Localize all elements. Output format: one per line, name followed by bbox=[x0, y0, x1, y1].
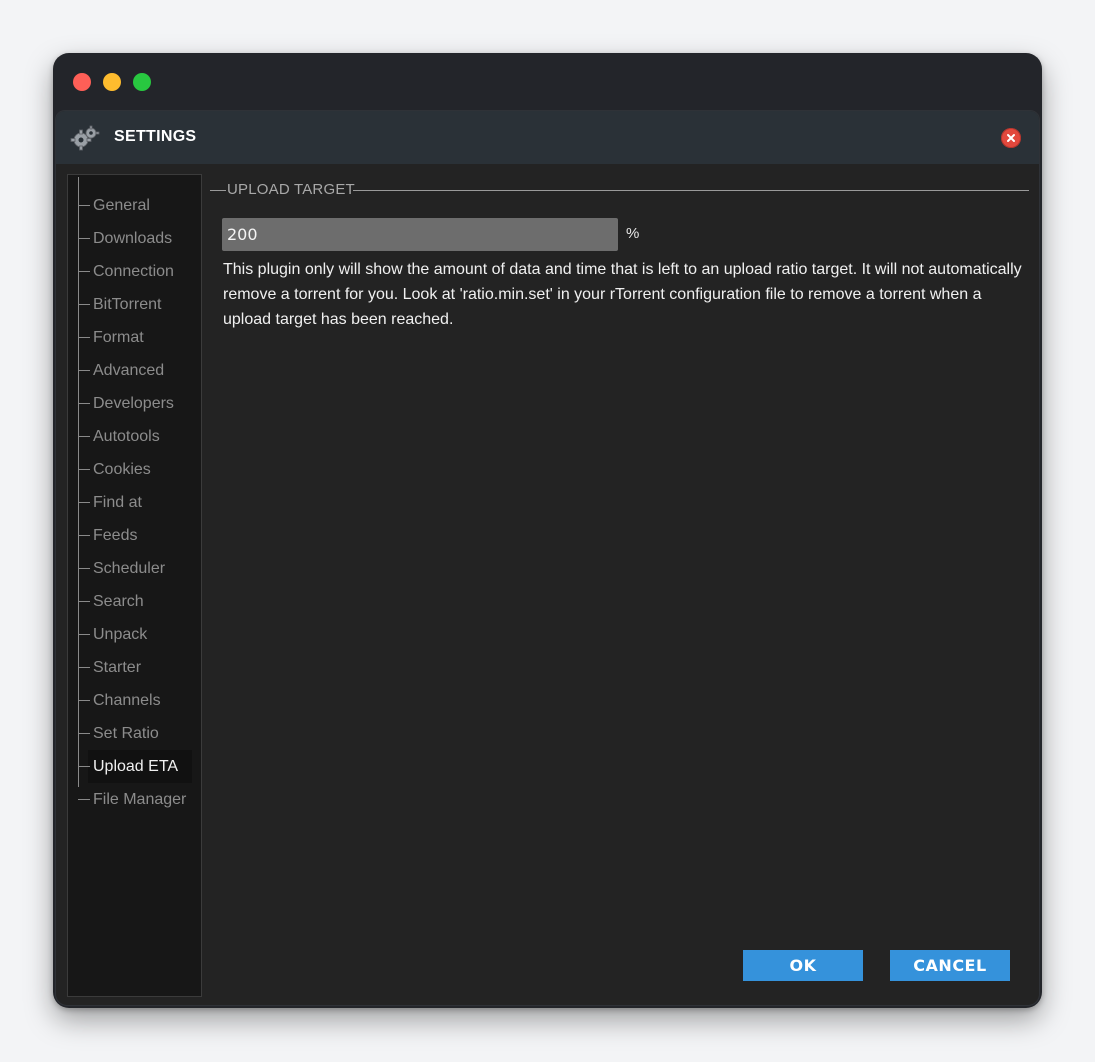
tree-branch bbox=[78, 238, 90, 239]
window-maximize-icon[interactable] bbox=[133, 73, 151, 91]
sidebar-item-file-manager[interactable]: File Manager bbox=[68, 783, 201, 816]
dialog-titlebar[interactable]: SETTINGS bbox=[56, 111, 1039, 164]
fieldset-legend: UPLOAD TARGET bbox=[227, 181, 355, 198]
sidebar-item-label: Scheduler bbox=[93, 559, 166, 577]
tree-branch bbox=[78, 799, 90, 800]
sidebar-item-find-at[interactable]: Find at bbox=[68, 486, 201, 519]
sidebar-item-label: Search bbox=[93, 592, 144, 610]
gear-icon bbox=[70, 125, 100, 151]
sidebar-item-channels[interactable]: Channels bbox=[68, 684, 201, 717]
sidebar-item-label: Feeds bbox=[93, 526, 138, 544]
settings-sidebar: General Downloads Connection BitTorrent Form… bbox=[67, 174, 202, 997]
settings-dialog: SETTINGS General Downloads Connection BitTo… bbox=[55, 110, 1040, 1006]
upload-eta-panel: UPLOAD TARGET % This plugin only will sh… bbox=[208, 174, 1029, 1005]
fieldset-border bbox=[210, 190, 226, 191]
sidebar-item-label: Channels bbox=[93, 691, 161, 709]
sidebar-item-label: Set Ratio bbox=[93, 724, 159, 742]
fieldset-border bbox=[353, 190, 1029, 191]
tree-branch bbox=[78, 667, 90, 668]
window-close-icon[interactable] bbox=[73, 73, 91, 91]
sidebar-item-autotools[interactable]: Autotools bbox=[68, 420, 201, 453]
tree-branch bbox=[78, 271, 90, 272]
dialog-title: SETTINGS bbox=[114, 128, 197, 145]
sidebar-item-downloads[interactable]: Downloads bbox=[68, 222, 201, 255]
sidebar-item-set-ratio[interactable]: Set Ratio bbox=[68, 717, 201, 750]
sidebar-item-label: Connection bbox=[93, 262, 174, 280]
sidebar-item-format[interactable]: Format bbox=[68, 321, 201, 354]
sidebar-item-cookies[interactable]: Cookies bbox=[68, 453, 201, 486]
tree-branch bbox=[78, 766, 90, 767]
sidebar-item-feeds[interactable]: Feeds bbox=[68, 519, 201, 552]
sidebar-item-label: Upload ETA bbox=[93, 757, 179, 775]
tree-branch bbox=[78, 568, 90, 569]
window-minimize-icon[interactable] bbox=[103, 73, 121, 91]
tree-branch bbox=[78, 700, 90, 701]
window-controls bbox=[73, 73, 151, 91]
tree-branch bbox=[78, 403, 90, 404]
sidebar-item-label: Find at bbox=[93, 493, 142, 511]
sidebar-item-developers[interactable]: Developers bbox=[68, 387, 201, 420]
tree-branch bbox=[78, 601, 90, 602]
sidebar-item-starter[interactable]: Starter bbox=[68, 651, 201, 684]
tree-branch bbox=[78, 205, 90, 206]
sidebar-item-advanced[interactable]: Advanced bbox=[68, 354, 201, 387]
sidebar-item-search[interactable]: Search bbox=[68, 585, 201, 618]
sidebar-item-bittorrent[interactable]: BitTorrent bbox=[68, 288, 201, 321]
sidebar-item-label: Downloads bbox=[93, 229, 173, 247]
sidebar-item-label: Unpack bbox=[93, 625, 148, 643]
sidebar-item-label: Cookies bbox=[93, 460, 151, 478]
sidebar-item-scheduler[interactable]: Scheduler bbox=[68, 552, 201, 585]
sidebar-item-connection[interactable]: Connection bbox=[68, 255, 201, 288]
upload-target-input[interactable] bbox=[222, 218, 618, 251]
tree-branch bbox=[78, 370, 90, 371]
percent-unit-label: % bbox=[626, 225, 640, 242]
ok-button[interactable]: OK bbox=[743, 950, 863, 981]
x-icon bbox=[1007, 134, 1015, 142]
tree-branch bbox=[78, 502, 90, 503]
sidebar-item-upload-eta[interactable]: Upload ETA bbox=[68, 750, 201, 783]
sidebar-item-label: Format bbox=[93, 328, 144, 346]
sidebar-item-label: Starter bbox=[93, 658, 142, 676]
dialog-close-icon[interactable] bbox=[1001, 128, 1021, 148]
tree-branch bbox=[78, 535, 90, 536]
sidebar-item-label: Autotools bbox=[93, 427, 160, 445]
sidebar-item-label: Advanced bbox=[93, 361, 165, 379]
tree-branch bbox=[78, 436, 90, 437]
sidebar-item-label: BitTorrent bbox=[93, 295, 162, 313]
sidebar-item-label: File Manager bbox=[93, 790, 187, 808]
tree-branch bbox=[78, 469, 90, 470]
app-window: SETTINGS General Downloads Connection BitTo… bbox=[53, 53, 1042, 1008]
tree-branch bbox=[78, 733, 90, 734]
tree-branch bbox=[78, 634, 90, 635]
sidebar-item-label: Developers bbox=[93, 394, 174, 412]
tree-branch bbox=[78, 337, 90, 338]
plugin-description: This plugin only will show the amount of… bbox=[223, 261, 1022, 328]
sidebar-item-unpack[interactable]: Unpack bbox=[68, 618, 201, 651]
sidebar-item-label: General bbox=[93, 196, 150, 214]
cancel-button[interactable]: CANCEL bbox=[890, 950, 1010, 981]
tree-branch bbox=[78, 304, 90, 305]
sidebar-item-general[interactable]: General bbox=[68, 189, 201, 222]
